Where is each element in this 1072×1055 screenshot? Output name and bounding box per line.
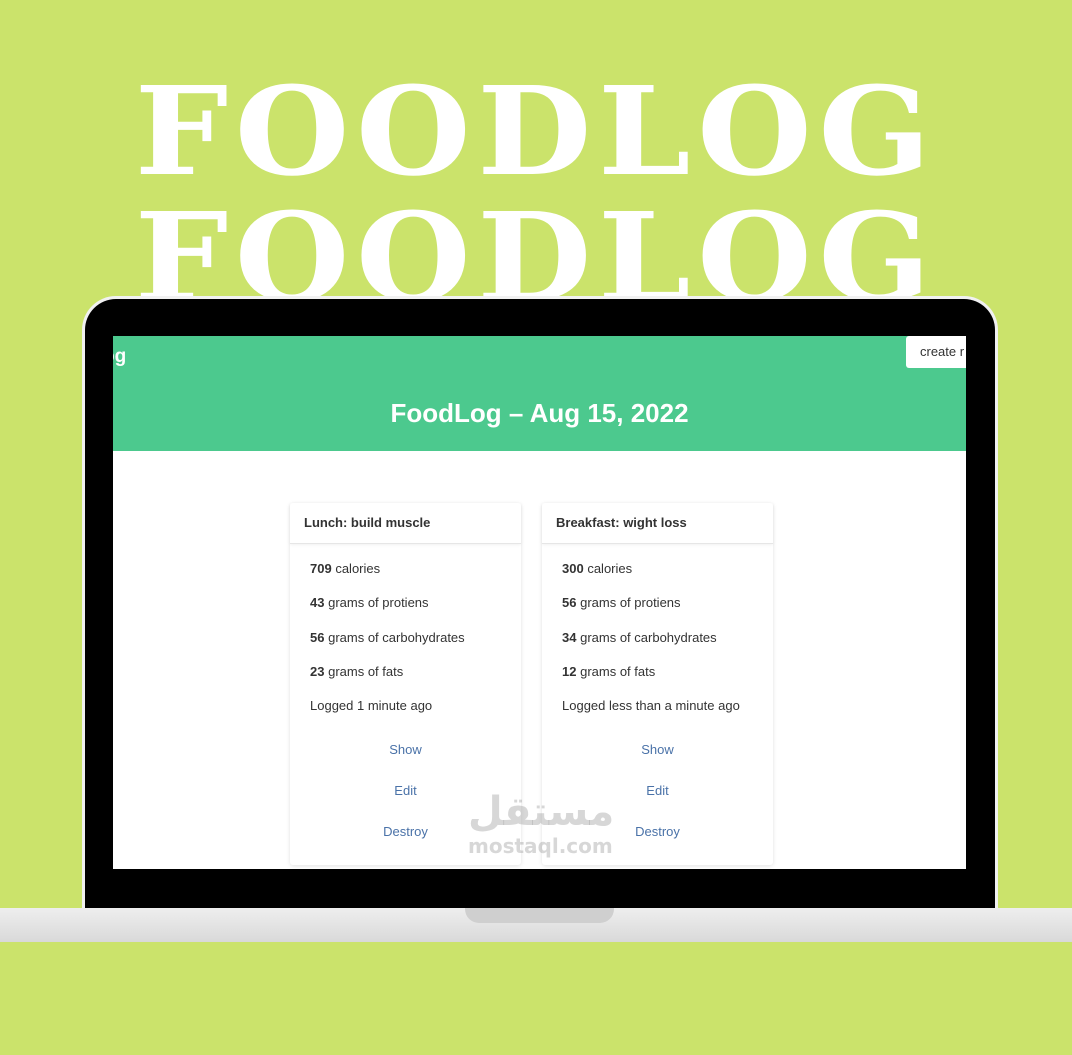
stat-label: calories: [335, 561, 381, 576]
navbar: og create r FoodLog – Aug 15, 2022: [113, 336, 966, 451]
stat-value: 43: [310, 595, 325, 611]
create-meal-button[interactable]: create r: [906, 336, 966, 368]
protein-stat: 43 grams of protiens: [310, 596, 521, 630]
stat-label: grams of fats: [580, 663, 656, 679]
protein-stat: 56 grams of protiens: [562, 596, 773, 630]
destroy-link[interactable]: Destroy: [542, 821, 773, 862]
stat-value: 34: [562, 629, 577, 645]
edit-link[interactable]: Edit: [290, 780, 521, 821]
fats-stat: 12 grams of fats: [562, 663, 773, 699]
brand-logo[interactable]: og: [113, 346, 126, 368]
hero-title-repeat: FOODLOG: [134, 196, 938, 296]
calories-stat: 709 calories: [310, 562, 521, 596]
meal-stats: 709 calories 43 grams of protiens 56 gra…: [290, 544, 521, 733]
meal-card-title: Breakfast: wight loss: [542, 503, 773, 544]
calories-stat: 300 calories: [562, 562, 773, 596]
stat-value: 709: [310, 561, 332, 576]
meal-actions: Show Edit Destroy: [290, 739, 521, 862]
stat-label: grams of protiens: [580, 595, 681, 611]
stat-label: grams of fats: [328, 663, 404, 679]
stat-value: 56: [310, 629, 325, 645]
stat-value: 300: [562, 561, 584, 576]
meal-stats: 300 calories 56 grams of protiens 34 gra…: [542, 544, 773, 733]
stat-label: grams of protiens: [328, 595, 429, 611]
destroy-link[interactable]: Destroy: [290, 821, 521, 862]
meal-card: Breakfast: wight loss 300 calories 56 gr…: [542, 503, 773, 865]
carbs-stat: 56 grams of carbohydrates: [310, 629, 521, 665]
logged-time: Logged 1 minute ago: [310, 698, 433, 714]
stat-label: grams of carbohydrates: [580, 629, 717, 645]
stat-value: 23: [310, 663, 325, 679]
meal-actions: Show Edit Destroy: [542, 739, 773, 862]
page-title: FoodLog – Aug 15, 2022: [390, 398, 689, 428]
show-link[interactable]: Show: [542, 739, 773, 780]
show-link[interactable]: Show: [290, 739, 521, 780]
stat-label: grams of carbohydrates: [328, 629, 465, 645]
fats-stat: 23 grams of fats: [310, 663, 521, 699]
app-screen: og create r FoodLog – Aug 15, 2022 Lunch…: [113, 336, 966, 869]
meal-card-title: Lunch: build muscle: [290, 503, 521, 544]
logged-time: Logged less than a minute ago: [562, 698, 740, 714]
laptop-notch: [465, 908, 614, 923]
edit-link[interactable]: Edit: [542, 780, 773, 821]
meal-card: Lunch: build muscle 709 calories 43 gram…: [290, 503, 521, 865]
carbs-stat: 34 grams of carbohydrates: [562, 629, 773, 665]
stat-label: calories: [587, 561, 633, 576]
stat-value: 56: [562, 595, 577, 611]
hero-title: FOODLOG: [134, 59, 938, 203]
stat-value: 12: [562, 663, 577, 679]
